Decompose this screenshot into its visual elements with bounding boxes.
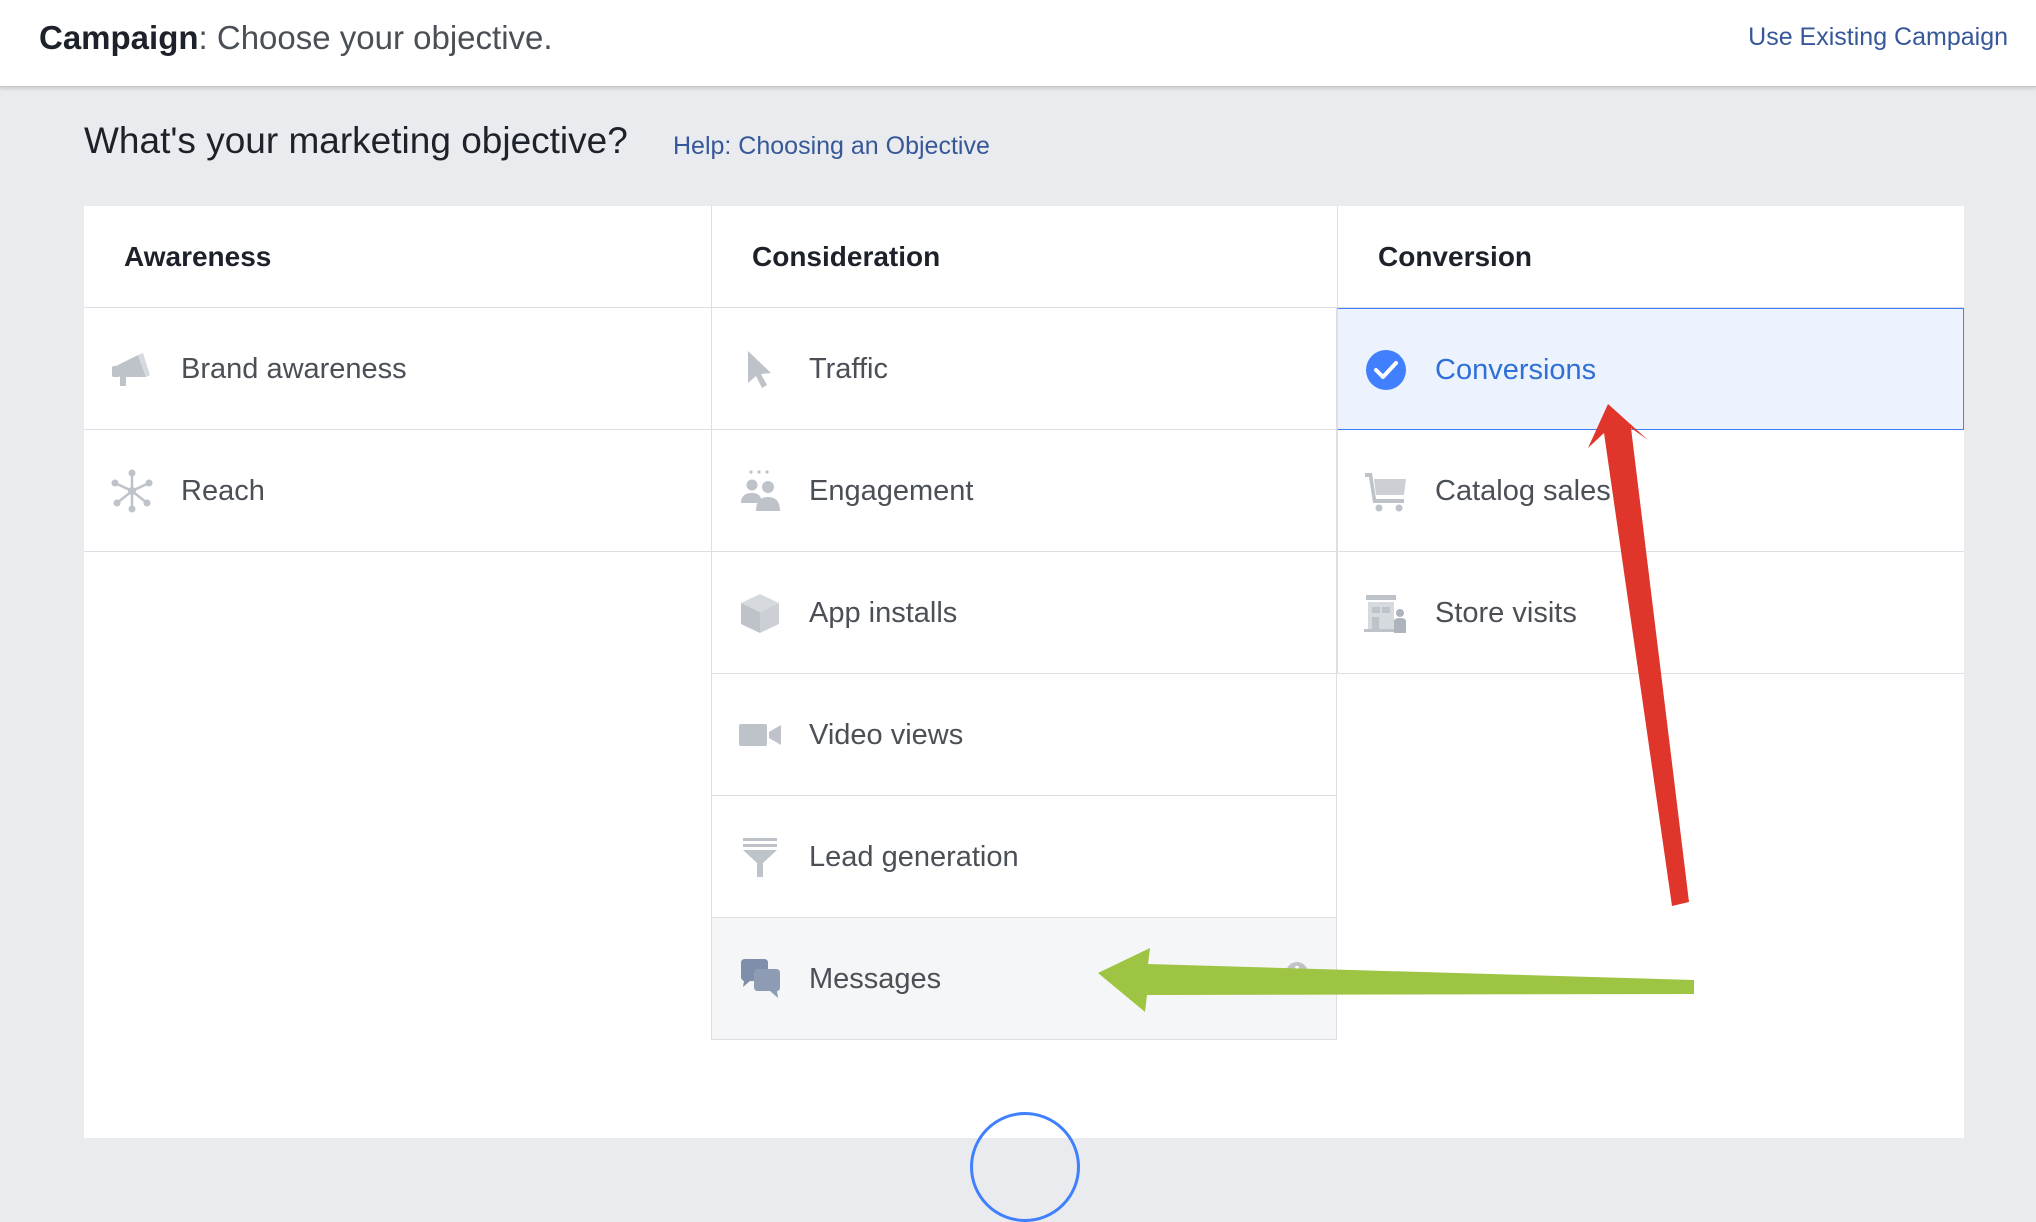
- page-title-bold: Campaign: [39, 19, 199, 56]
- conversion-header: Conversion: [1337, 206, 1964, 308]
- video-camera-icon: [739, 724, 781, 746]
- objective-app-installs[interactable]: App installs: [711, 552, 1337, 674]
- people-icon: [741, 470, 780, 511]
- reach-icon: [111, 469, 153, 513]
- objective-video-views[interactable]: Video views: [711, 674, 1337, 796]
- consideration-header: Consideration: [711, 206, 1337, 308]
- consideration-column: Consideration Traffic Engagement App ins…: [711, 206, 1337, 1138]
- objective-label: Engagement: [809, 475, 974, 507]
- store-icon: [1364, 595, 1406, 633]
- objective-engagement[interactable]: Engagement: [711, 430, 1337, 552]
- objective-label: Messages: [809, 963, 942, 995]
- use-existing-campaign-link[interactable]: Use Existing Campaign: [1748, 21, 2008, 53]
- objective-conversions[interactable]: Conversions: [1337, 308, 1964, 430]
- box-icon: [741, 594, 779, 633]
- objective-store-visits[interactable]: Store visits: [1337, 552, 1964, 674]
- checkmark-circle-icon: [1366, 350, 1406, 390]
- objective-label: Video views: [809, 719, 964, 751]
- objective-label: Store visits: [1435, 597, 1577, 629]
- funnel-icon: [743, 838, 777, 877]
- page-title-rest: : Choose your objective.: [198, 19, 553, 56]
- page-title: Campaign: Choose your objective.: [39, 18, 553, 58]
- objective-messages[interactable]: Messages: [711, 918, 1337, 1040]
- objective-label: Brand awareness: [181, 353, 407, 385]
- cart-icon: [1365, 473, 1406, 512]
- chat-bubbles-icon: [741, 959, 780, 998]
- megaphone-icon: [112, 353, 150, 386]
- objective-traffic[interactable]: Traffic: [711, 308, 1337, 430]
- objective-label: App installs: [809, 597, 958, 629]
- objective-label: Conversions: [1435, 354, 1597, 386]
- help-choosing-objective-link[interactable]: Help: Choosing an Objective: [673, 130, 990, 162]
- objectives-panel: Awareness Brand awareness Reach Consider…: [84, 206, 1964, 1138]
- objective-lead-generation[interactable]: Lead generation: [711, 796, 1337, 918]
- awareness-header: Awareness: [84, 206, 711, 308]
- objective-label: Reach: [181, 475, 265, 507]
- objective-question: What's your marketing objective?: [84, 120, 628, 161]
- loading-spinner: [970, 1112, 1080, 1222]
- objective-label: Traffic: [809, 353, 888, 385]
- objective-catalog-sales[interactable]: Catalog sales: [1337, 430, 1964, 552]
- objective-brand-awareness[interactable]: Brand awareness: [84, 308, 711, 430]
- top-bar: Campaign: Choose your objective. Use Exi…: [0, 0, 2036, 87]
- conversion-column: Conversion Conversions Catalog sales Sto…: [1337, 206, 1964, 1138]
- awareness-column: Awareness Brand awareness Reach: [84, 206, 711, 1138]
- info-icon[interactable]: [1284, 960, 1310, 986]
- cursor-icon: [748, 351, 771, 388]
- objective-label: Lead generation: [809, 841, 1019, 873]
- objective-reach[interactable]: Reach: [84, 430, 711, 552]
- objective-label: Catalog sales: [1435, 475, 1611, 507]
